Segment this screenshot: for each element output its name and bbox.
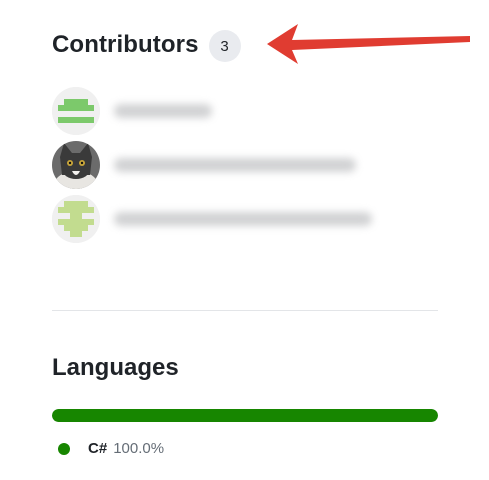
contributor-name-redacted[interactable] [114,158,356,172]
contributors-list [52,86,412,248]
contributors-count-badge: 3 [208,30,241,62]
language-percent: 100.0% [113,440,165,457]
identicon-green-avatar[interactable] [52,87,100,135]
section-divider [52,310,438,311]
language-name[interactable]: C# [88,440,107,457]
language-bar-segment-csharp [52,409,438,422]
arrow-left-icon [267,24,470,64]
contributor-name-redacted[interactable] [114,212,372,226]
contributor-row[interactable] [52,86,412,136]
language-color-dot [58,442,70,455]
identicon-lime-avatar[interactable] [52,195,100,243]
language-legend-item[interactable]: C# 100.0% [58,440,164,457]
languages-title: Languages [52,354,179,381]
contributors-heading[interactable]: Contributors 3 [52,28,241,62]
contributors-title[interactable]: Contributors [52,29,199,61]
contributor-row[interactable] [52,194,412,244]
language-progress-bar [52,409,438,422]
repo-sidebar: Contributors 3 Languages C# 100.0% [0,0,489,480]
contributor-name-redacted[interactable] [114,104,212,118]
contributor-row[interactable] [52,140,412,190]
cat-photo-avatar[interactable] [52,141,100,189]
